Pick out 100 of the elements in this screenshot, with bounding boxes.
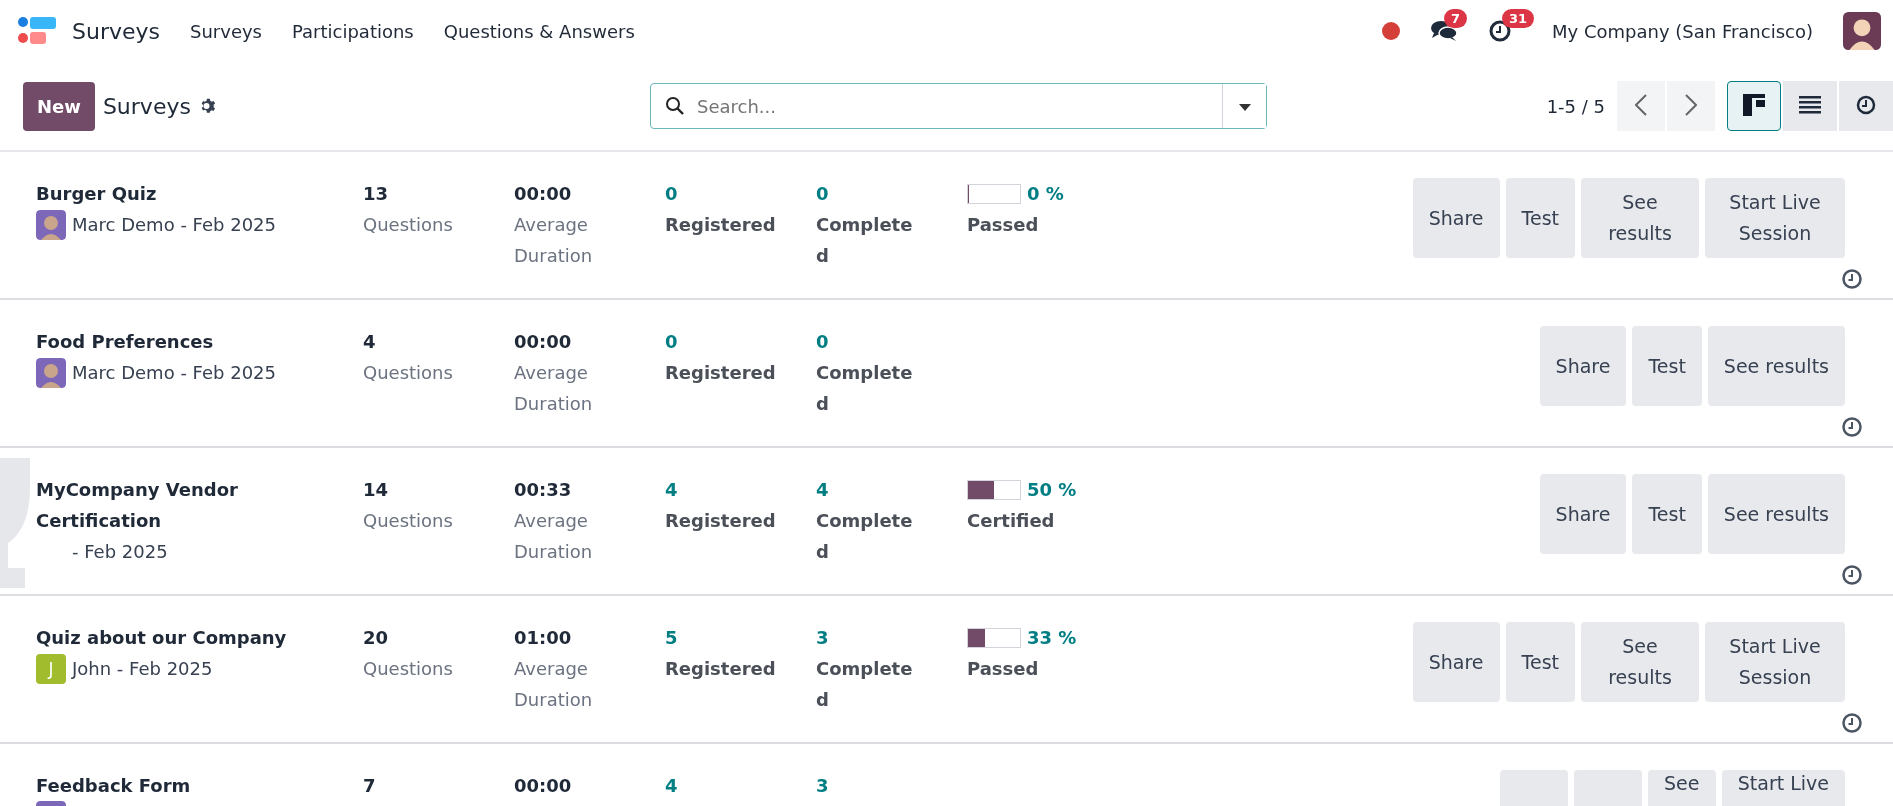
completed-count[interactable]: 0 (816, 178, 916, 209)
question-count: 7 (363, 774, 377, 798)
progress-bar (967, 183, 1021, 204)
status-dot[interactable] (1382, 22, 1401, 40)
menu-item[interactable]: Participations (292, 20, 414, 42)
action-button[interactable]: Share (1539, 326, 1627, 406)
survey-card[interactable]: MyCompany Vendor Certification - Feb 2025 14 Questions 00:33 Average Duration 4 Registered 4 Completed 50 % Certified Share Test See results (0, 448, 1893, 596)
stat-label: Average Duration (514, 509, 594, 564)
owner-date: John - Feb 2025 (72, 657, 213, 681)
progress-bar (967, 479, 1021, 500)
registered-count[interactable]: 4 (665, 474, 816, 505)
stat-label: Completed (816, 657, 914, 712)
success-rate: 33 % (1027, 626, 1077, 650)
list-view-button[interactable] (1783, 81, 1837, 131)
search-options-toggle[interactable] (1222, 84, 1266, 128)
stat-label: Completed (816, 361, 914, 416)
stat-label: Registered (665, 213, 777, 237)
app-name[interactable]: Surveys (72, 18, 160, 44)
owner-date: Marc Demo - Feb 2025 (72, 213, 276, 237)
user-avatar: J (36, 653, 66, 684)
survey-card[interactable]: Quiz about our Company J John - Feb 2025 20 Questions 01:00 Average Duration 5 Registered 3 Completed 33 % Passed Share Test See results Start Live Session (0, 596, 1893, 744)
action-button[interactable]: Test (1632, 326, 1702, 406)
average-duration: 00:00 (514, 330, 573, 354)
stat-label: Questions (363, 657, 454, 681)
action-button[interactable]: Test (1505, 178, 1575, 258)
question-count: 13 (363, 182, 390, 206)
question-count: 14 (363, 478, 390, 502)
action-button[interactable]: Share (1412, 622, 1500, 702)
success-rate: 50 % (1027, 478, 1077, 502)
average-duration: 01:00 (514, 626, 573, 650)
survey-title: Food Preferences (36, 330, 215, 354)
stat-label: Registered (665, 509, 777, 533)
kanban-view-button[interactable] (1727, 81, 1781, 131)
search-icon (665, 96, 685, 116)
stat-label: Passed (967, 657, 1040, 681)
owner-date: - Feb 2025 (72, 540, 168, 564)
clock-icon[interactable] (1841, 564, 1863, 586)
question-count: 20 (363, 626, 390, 650)
clock-icon (1856, 94, 1876, 115)
action-button[interactable]: See results (1707, 474, 1845, 554)
new-button[interactable]: New (23, 81, 95, 131)
clock-icon[interactable] (1841, 416, 1863, 438)
chevron-left-icon (1635, 93, 1647, 116)
clock-icon[interactable] (1841, 268, 1863, 290)
action-button[interactable]: Start Live (1721, 770, 1845, 806)
action-button[interactable]: Start Live Session (1705, 622, 1845, 702)
action-button[interactable]: Test (1505, 622, 1575, 702)
registered-count[interactable]: 0 (665, 326, 816, 357)
registered-count[interactable]: 5 (665, 622, 816, 653)
average-duration: 00:00 (514, 182, 573, 206)
stat-label: Average Duration (514, 361, 594, 416)
menu-item[interactable]: Surveys (190, 20, 262, 42)
next-page-button[interactable] (1667, 81, 1715, 131)
action-button[interactable]: See results (1707, 326, 1845, 406)
survey-card[interactable]: Food Preferences Marc Demo - Feb 2025 4 Questions 00:00 Average Duration 0 Registered 0 Completed Share Test See results (0, 300, 1893, 448)
survey-title: Quiz about our Company (36, 626, 288, 650)
completed-count[interactable]: 3 (816, 770, 916, 801)
user-avatar[interactable] (1843, 12, 1881, 50)
company-name[interactable]: My Company (San Francisco) (1552, 20, 1813, 42)
completed-count[interactable]: 0 (816, 326, 916, 357)
survey-card[interactable]: Burger Quiz Marc Demo - Feb 2025 13 Questions 00:00 Average Duration 0 Registered 0 Completed 0 % Passed Share Test See results Start Live Session (0, 152, 1893, 300)
action-button[interactable]: See results (1581, 622, 1699, 702)
stat-label: Questions (363, 509, 454, 533)
caret-icon (1238, 103, 1251, 111)
stat-label: Questions (363, 361, 454, 385)
action-button[interactable]: Share (1412, 178, 1500, 258)
stat-label: Passed (967, 213, 1040, 237)
search-field[interactable]: Search... (650, 83, 1267, 129)
survey-title: Feedback Form (36, 774, 192, 798)
breadcrumb-title: Surveys (102, 93, 191, 119)
notification-badge: 31 (1502, 9, 1535, 28)
chevron-right-icon (1685, 93, 1697, 116)
action-button[interactable]: See (1647, 770, 1716, 806)
activity-view-button[interactable] (1839, 81, 1893, 131)
action-button[interactable]: Share (1539, 474, 1627, 554)
menu-item[interactable]: Questions & Answers (443, 20, 635, 42)
completed-count[interactable]: 3 (816, 622, 916, 653)
clock-icon[interactable] (1841, 712, 1863, 734)
kanban-icon (1743, 93, 1765, 116)
notification-badge: 7 (1444, 9, 1468, 28)
registered-count[interactable]: 0 (665, 178, 816, 209)
stat-label: Average Duration (514, 657, 594, 712)
average-duration: 00:00 (514, 774, 573, 798)
stat-label: Completed (816, 509, 914, 564)
completed-count[interactable]: 4 (816, 474, 916, 505)
stat-label: Certified (967, 509, 1056, 533)
action-button[interactable]: See results (1581, 178, 1699, 258)
pager-value[interactable]: 1-5 / 5 (1546, 95, 1605, 117)
average-duration: 00:33 (514, 478, 573, 502)
progress-bar (967, 627, 1021, 648)
registered-count[interactable]: 4 (665, 770, 816, 801)
action-button[interactable]: Test (1632, 474, 1702, 554)
previous-page-button[interactable] (1617, 81, 1665, 131)
action-button[interactable]: Start Live Session (1705, 178, 1845, 258)
success-rate: 0 % (1027, 182, 1064, 206)
survey-card[interactable]: Feedback Form 7 00:00 4 3 See Start Live (0, 744, 1893, 806)
question-count: 4 (363, 330, 377, 354)
stat-label: Registered (665, 657, 777, 681)
stat-label: Questions (363, 213, 454, 237)
user-avatar (36, 357, 66, 388)
